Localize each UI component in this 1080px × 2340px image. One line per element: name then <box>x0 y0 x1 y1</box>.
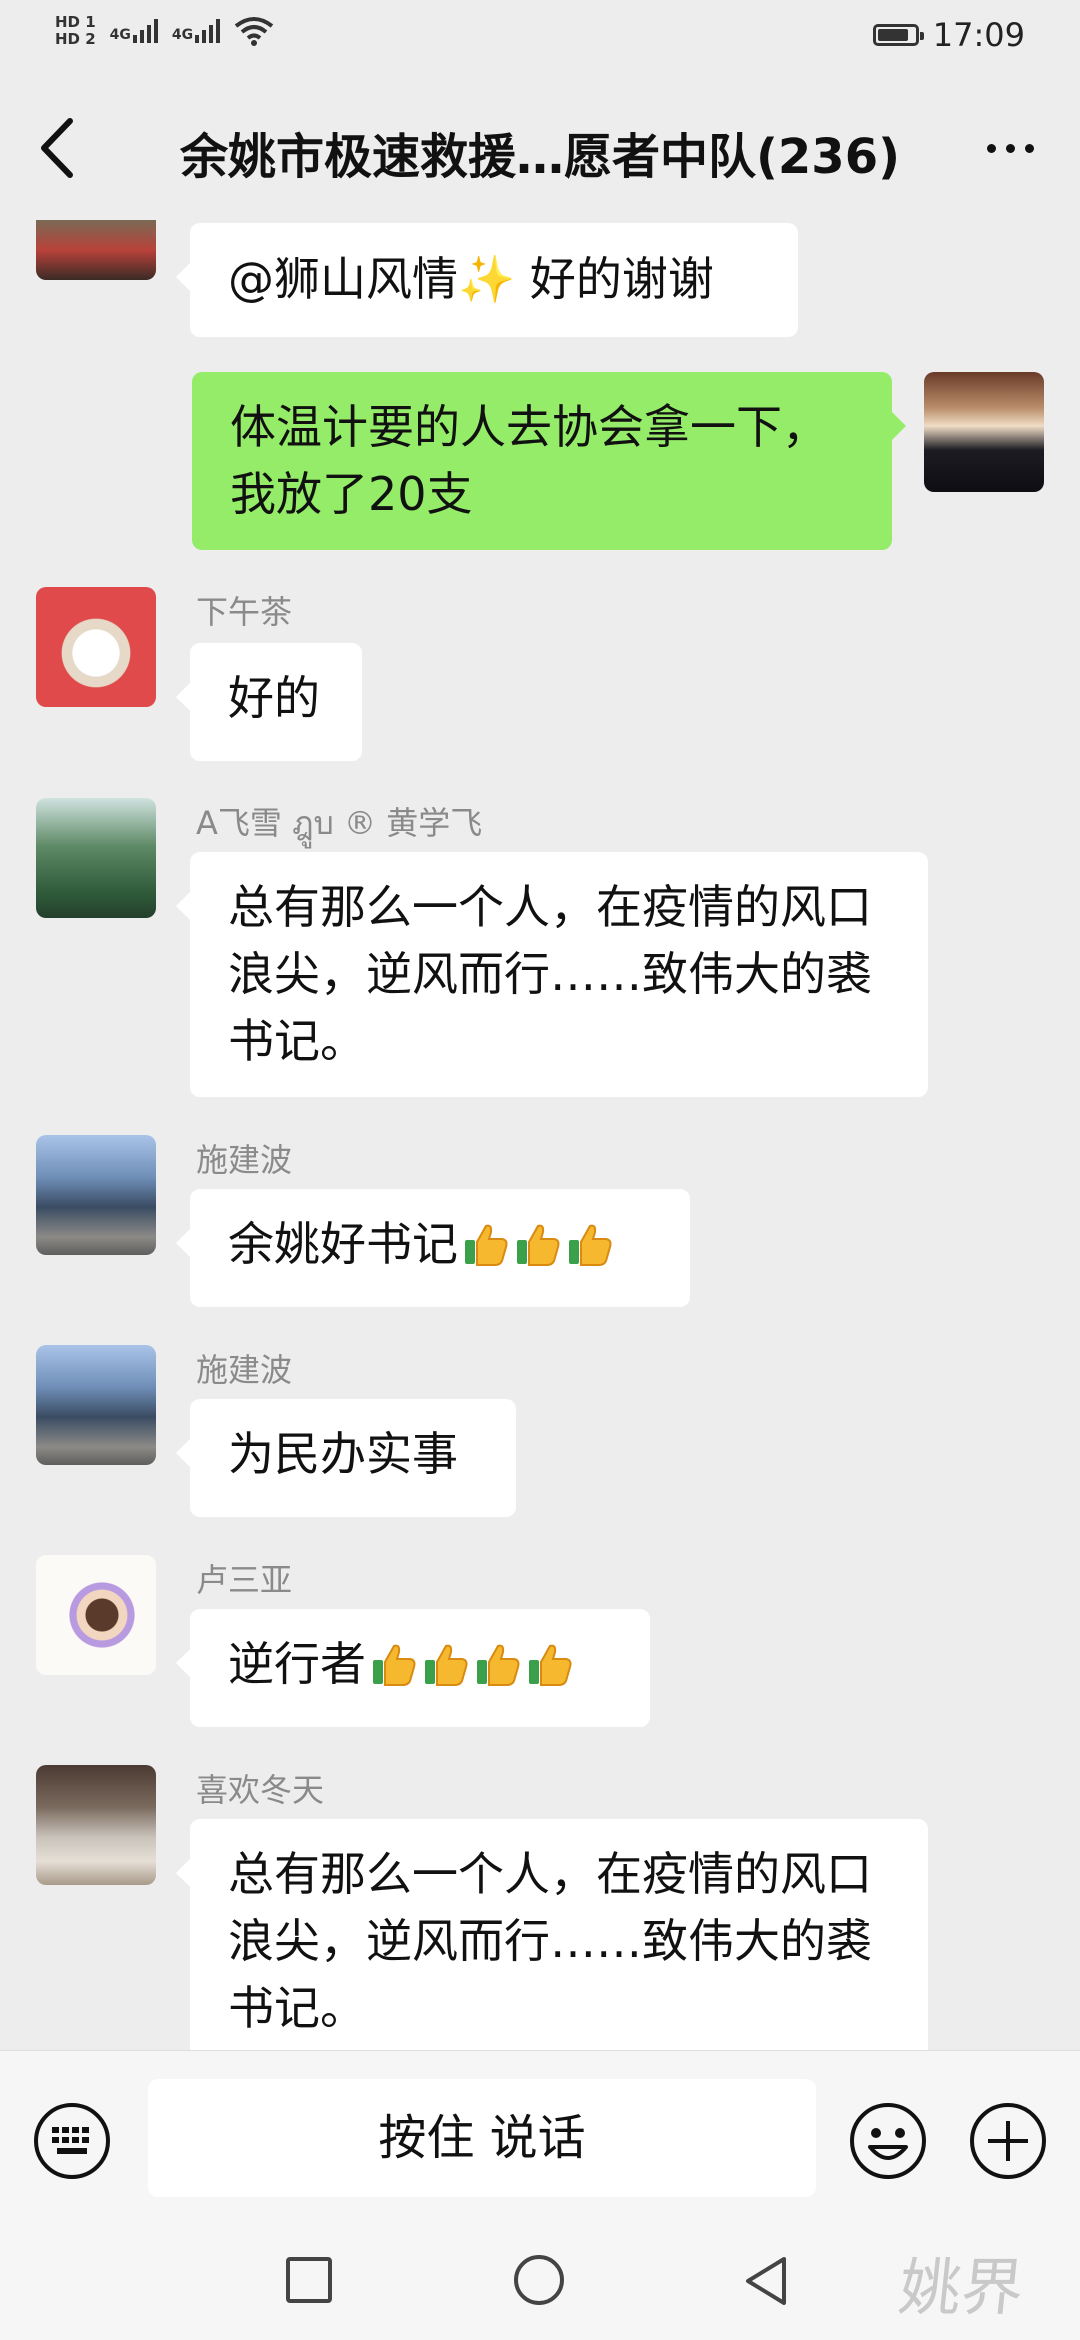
battery-icon <box>872 24 924 46</box>
hold-to-talk-button[interactable]: 按住 说话 <box>148 2079 816 2197</box>
status-right: 17:09 <box>872 16 1025 54</box>
message-text: 总有那么一个人，在疫情的风口浪尖，逆风而行……致伟大的裘书记。 <box>228 1847 872 2035</box>
thumbs-up-icon <box>370 1639 418 1687</box>
thumbs-up-icon <box>462 1219 510 1267</box>
thumbs-up-icon <box>422 1639 470 1687</box>
thumbs-up-icons <box>366 1637 574 1691</box>
home-icon[interactable] <box>514 2255 564 2305</box>
system-nav-bar: 姚界 <box>0 2225 1080 2340</box>
avatar[interactable] <box>36 587 156 707</box>
sender-name: 施建波 <box>196 1141 293 1179</box>
own-avatar[interactable] <box>924 372 1044 492</box>
signal-bars-icon <box>195 19 221 43</box>
thumbs-up-icon <box>474 1639 522 1687</box>
avatar[interactable] <box>36 1135 156 1255</box>
message-bubble[interactable]: 逆行者 <box>176 1609 650 1727</box>
message-bubble[interactable]: 好的 <box>176 643 362 761</box>
keyboard-icon[interactable] <box>32 2101 112 2181</box>
signal-1: 4G <box>110 19 158 43</box>
more-options-icon[interactable] <box>970 115 1050 181</box>
message-list[interactable]: @狮山风情✨ 好的谢谢 体温计要的人去协会拿一下，我放了20支 下午茶 好的 A… <box>0 220 1080 2050</box>
signal-2: 4G <box>171 19 221 43</box>
watermark: 姚界 <box>895 2251 1028 2324</box>
message-bubble[interactable]: 总有那么一个人，在疫情的风口浪尖，逆风而行……致伟大的裘书记。 <box>176 852 928 1097</box>
avatar[interactable] <box>36 1765 156 1885</box>
network-type-2: 4G <box>171 27 194 43</box>
sender-name: A飞雪 ฎูบ ® 黄学飞 <box>196 804 483 842</box>
sender-name: 下午茶 <box>196 593 293 631</box>
wifi-icon <box>234 17 274 46</box>
avatar[interactable] <box>36 1555 156 1675</box>
message-text: 体温计要的人去协会拿一下，我放了20支 <box>230 400 828 521</box>
avatar[interactable] <box>36 220 156 280</box>
message-text: @狮山风情✨ 好的谢谢 <box>228 252 714 306</box>
recents-icon[interactable] <box>286 2257 332 2303</box>
message-bubble[interactable]: 余姚好书记 <box>176 1189 690 1307</box>
input-bar: 按住 说话 <box>0 2050 1080 2226</box>
sim-labels: HD 1 HD 2 <box>55 14 96 48</box>
thumbs-up-icon <box>526 1639 574 1687</box>
message-text: 余姚好书记 <box>228 1217 458 1271</box>
message-text: 好的 <box>228 671 320 725</box>
sim2-label: HD 2 <box>55 30 96 48</box>
message-bubble-own[interactable]: 体温计要的人去协会拿一下，我放了20支 <box>192 372 906 550</box>
sender-name: 卢三亚 <box>196 1561 293 1599</box>
plus-icon[interactable] <box>968 2101 1048 2181</box>
thumbs-up-icon <box>566 1219 614 1267</box>
message-text: 总有那么一个人，在疫情的风口浪尖，逆风而行……致伟大的裘书记。 <box>228 880 872 1068</box>
battery-fill <box>877 29 909 41</box>
chat-header: 余姚市极速救援…愿者中队(236) <box>0 75 1080 220</box>
message-text: 逆行者 <box>228 1637 366 1691</box>
status-left: HD 1 HD 2 4G 4G <box>55 14 274 48</box>
message-bubble[interactable]: 为民办实事 <box>176 1399 516 1517</box>
sender-name: 喜欢冬天 <box>196 1771 325 1809</box>
message-text: 为民办实事 <box>228 1427 458 1481</box>
sim1-label: HD 1 <box>55 13 96 31</box>
chat-title: 余姚市极速救援…愿者中队(236) <box>179 129 901 185</box>
emoji-icon[interactable] <box>848 2101 928 2181</box>
avatar[interactable] <box>36 798 156 918</box>
thumbs-up-icons <box>458 1217 614 1271</box>
message-bubble[interactable]: @狮山风情✨ 好的谢谢 <box>176 223 798 337</box>
back-arrow-icon[interactable] <box>30 113 90 183</box>
message-bubble[interactable]: 总有那么一个人，在疫情的风口浪尖，逆风而行……致伟大的裘书记。 <box>176 1819 928 2050</box>
clock: 17:09 <box>932 16 1025 54</box>
status-bar: HD 1 HD 2 4G 4G 17:09 <box>0 0 1080 75</box>
network-type-1: 4G <box>109 27 131 43</box>
avatar[interactable] <box>36 1345 156 1465</box>
back-icon[interactable] <box>740 2253 794 2309</box>
signal-bars-icon <box>132 19 158 43</box>
sender-name: 施建波 <box>196 1351 293 1389</box>
thumbs-up-icon <box>514 1219 562 1267</box>
